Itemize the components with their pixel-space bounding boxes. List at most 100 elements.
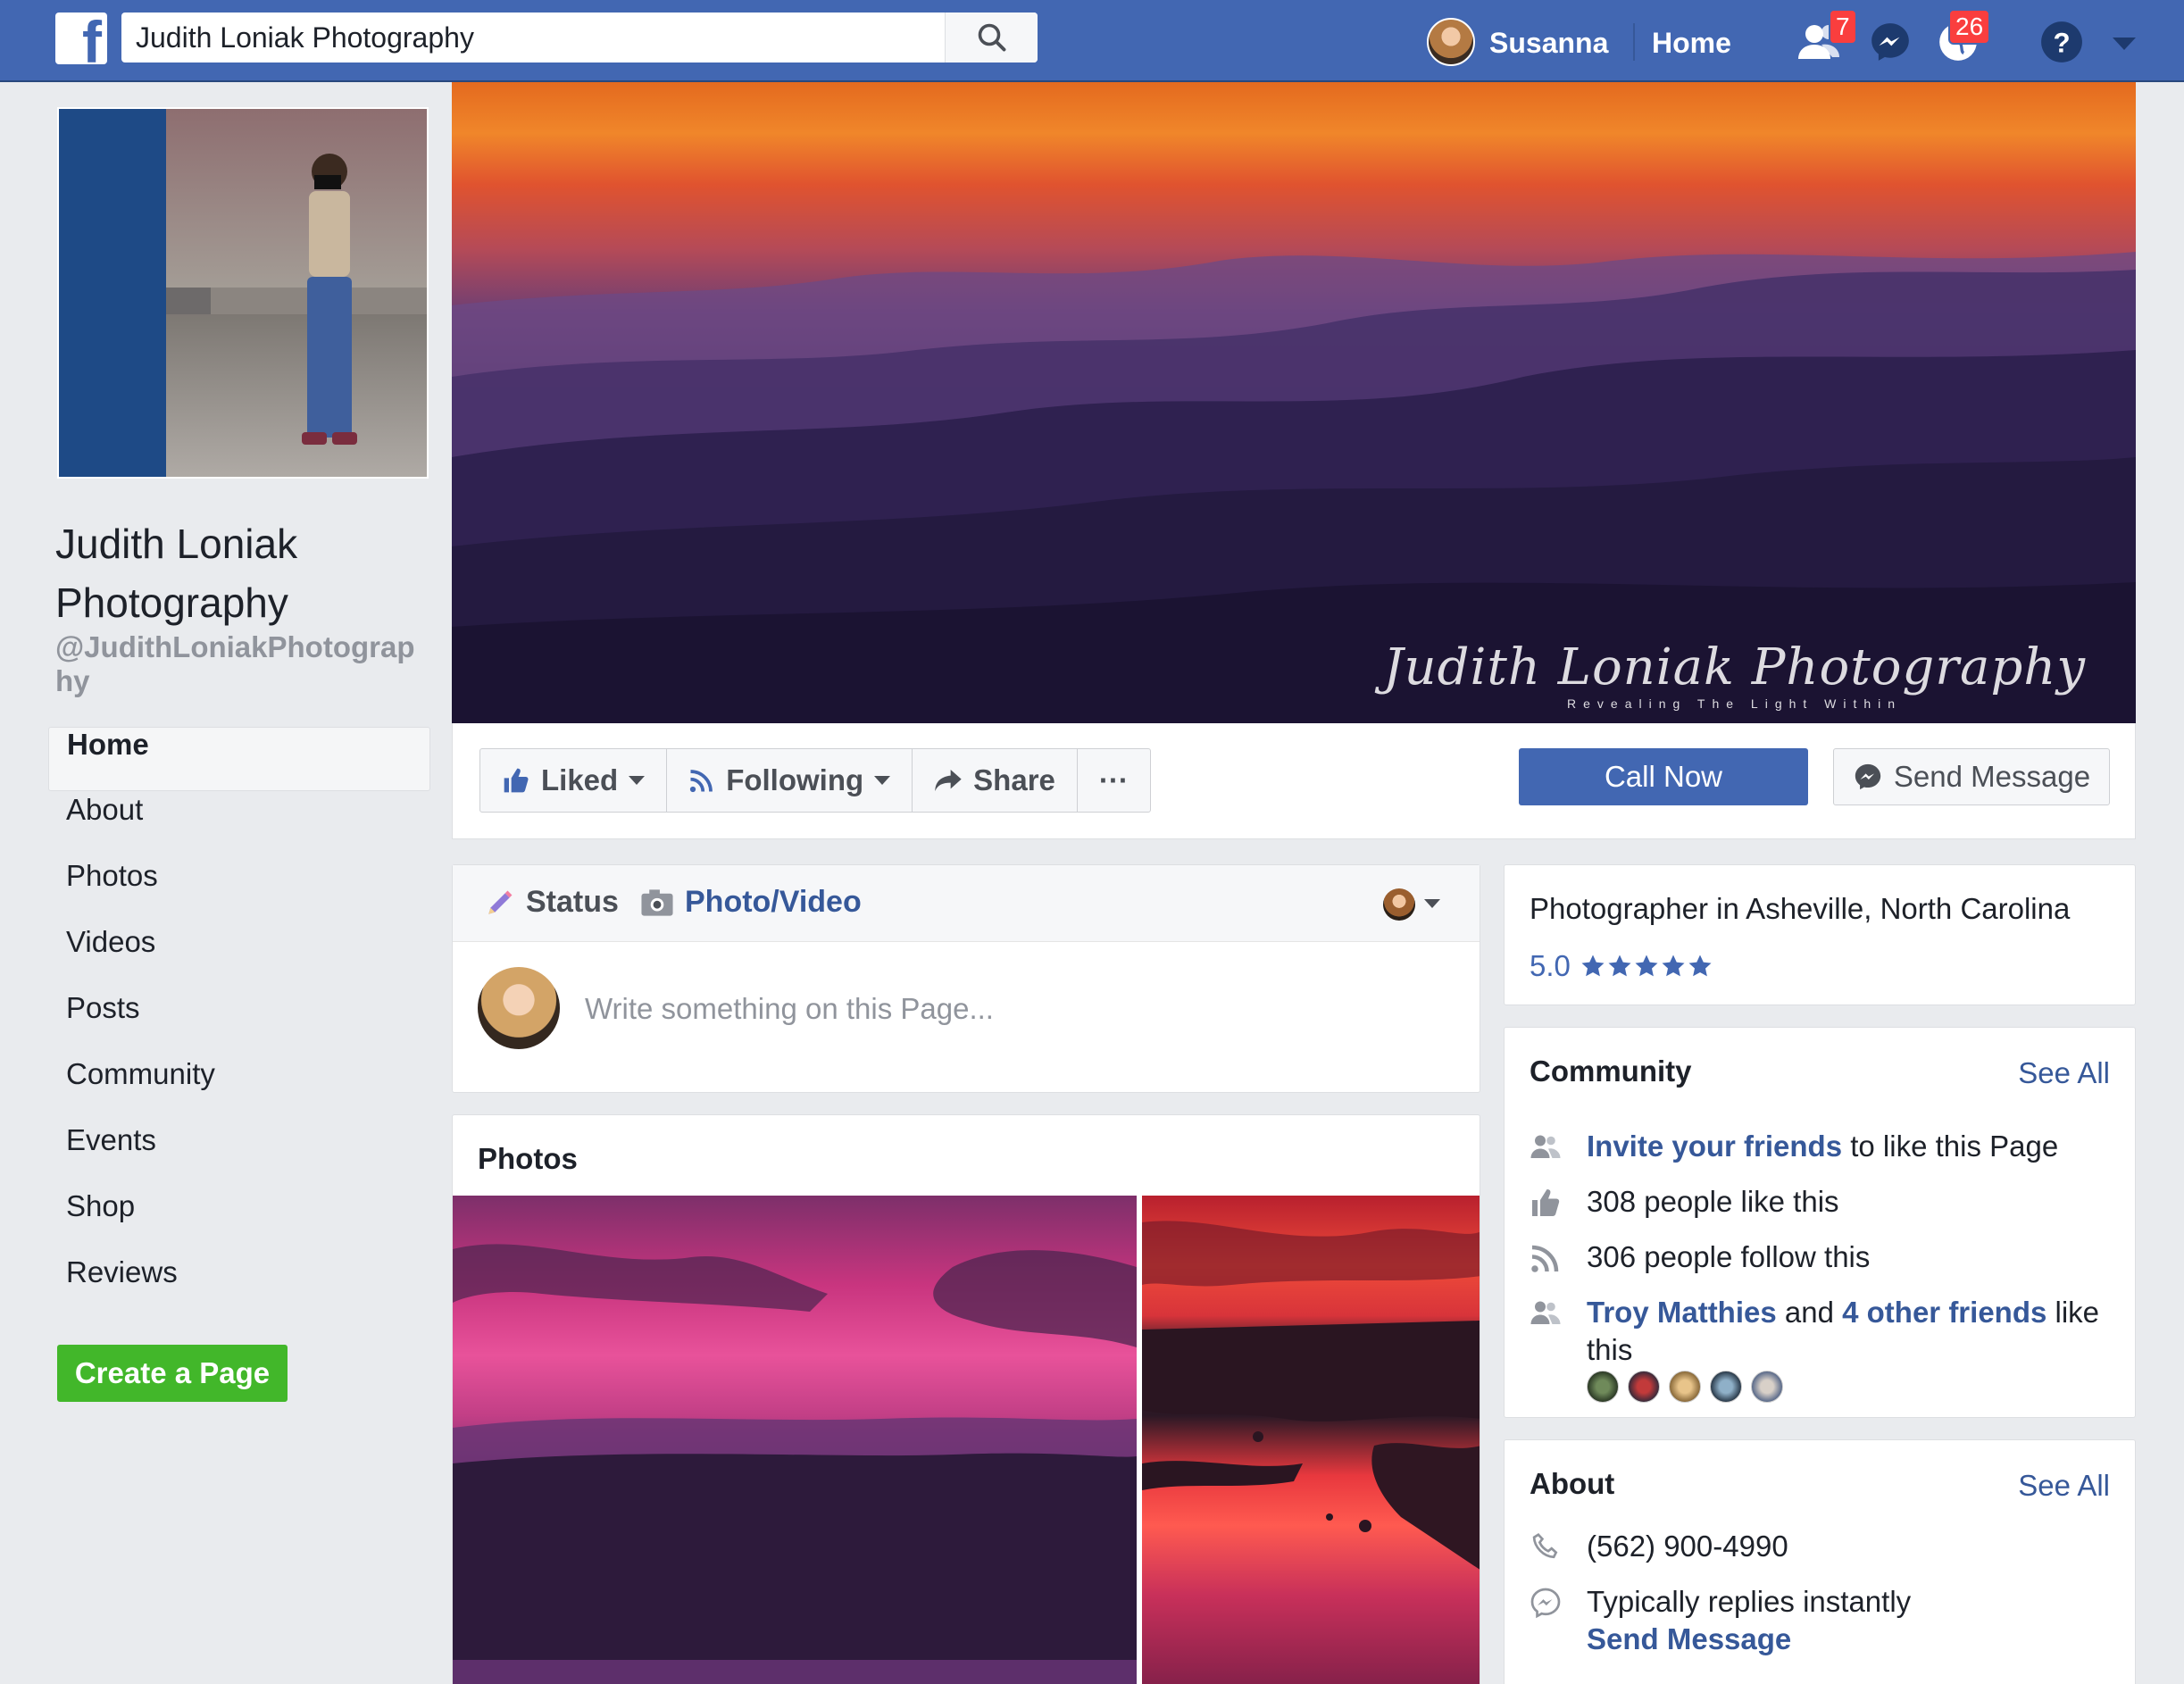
friends-icon [1530,1301,1561,1324]
search-bar [121,13,1038,63]
page-category: Photographer in Asheville, North Carolin… [1530,892,2071,925]
messenger-icon [1855,763,1881,790]
photo-thumbnail[interactable] [453,1196,1137,1684]
community-see-all-link[interactable]: See All [2018,1056,2110,1090]
friend-requests-button[interactable]: 7 [1796,9,1857,64]
facebook-logo-icon[interactable]: f [55,13,107,64]
following-button[interactable]: Following [667,749,913,812]
search-icon [978,23,1005,52]
share-arrow-icon [935,770,962,791]
star-icon [1608,955,1631,977]
friend-requests-badge: 7 [1829,9,1857,45]
user-avatar[interactable] [1427,18,1475,66]
messenger-icon [1530,1588,1561,1619]
about-heading: About [1530,1467,1615,1500]
nav-item-videos[interactable]: Videos [48,925,430,989]
star-icon [1581,955,1605,977]
call-now-button[interactable]: Call Now [1519,748,1808,805]
tab-photo-video[interactable]: Photo/Video [640,885,862,920]
account-menu-button[interactable] [2111,20,2138,64]
rss-icon [690,770,713,793]
friend-avatar[interactable] [1587,1371,1619,1403]
nav-item-reviews[interactable]: Reviews [48,1255,430,1320]
nav-item-about[interactable]: About [48,793,430,857]
page-username[interactable]: @JudithLoniakPhotography [55,630,430,698]
page-actions-group: Liked Following Share ··· [479,748,1151,813]
write-post-input[interactable] [585,987,1442,1031]
more-options-button[interactable]: ··· [1078,749,1150,812]
about-send-message-link[interactable]: Send Message [1587,1622,1791,1655]
page-info-card: Photographer in Asheville, North Carolin… [1504,864,2136,1005]
friends-like-row: Troy Matthies and 4 other friends like t… [1530,1294,2119,1369]
thumbs-up-icon [1532,1189,1560,1216]
rating-stars [1580,953,1713,980]
nav-item-community[interactable]: Community [48,1057,430,1121]
create-page-button[interactable]: Create a Page [57,1345,288,1402]
page-title: Judith Loniak Photography [55,521,298,626]
composer-avatar [478,967,560,1049]
friend-avatar[interactable] [1751,1371,1783,1403]
liked-button[interactable]: Liked [480,749,668,812]
friend-avatars-row [1587,1371,1792,1403]
response-time: Typically replies instantly [1587,1585,1912,1618]
photographer-figure [302,154,357,445]
nav-item-photos[interactable]: Photos [48,859,430,923]
svg-text:?: ? [2053,27,2070,58]
rss-icon [1531,1245,1559,1272]
red-lake-landscape [1142,1221,1480,1570]
camera-icon [641,888,673,916]
tab-status[interactable]: Status [485,885,619,920]
page-rating[interactable]: 5.0 [1530,949,1713,983]
star-icon [1662,955,1685,977]
profile-photo-ground [166,314,427,477]
friend-avatar[interactable] [1669,1371,1701,1403]
friend-avatar[interactable] [1628,1371,1660,1403]
page-action-bar: Liked Following Share ··· Call Now Send … [452,723,2136,839]
chevron-down-icon [629,776,646,785]
search-input[interactable] [121,13,943,63]
send-message-button[interactable]: Send Message [1833,748,2110,805]
about-see-all-link[interactable]: See All [2018,1469,2110,1503]
posting-as-avatar[interactable] [1383,888,1415,921]
post-composer: Status Photo/Video [452,864,1480,1093]
messenger-button[interactable] [1868,20,1914,64]
nav-item-posts[interactable]: Posts [48,991,430,1055]
watermark-signature: Judith Loniak Photography Revealing The … [1383,638,2086,711]
phone-icon [1532,1533,1558,1559]
star-icon [1635,955,1658,977]
chevron-down-icon[interactable] [1424,899,1440,908]
user-name-link[interactable]: Susanna [1489,27,1608,60]
top-navigation-bar: f Susanna Home 7 26 ? [0,0,2184,82]
chevron-down-icon [874,776,891,785]
community-card: Community See All Invite your friends to… [1504,1027,2136,1418]
home-link[interactable]: Home [1652,27,1731,60]
likes-count-row: 308 people like this [1530,1183,2119,1221]
search-button[interactable] [945,13,1038,63]
notifications-button[interactable]: 26 [1936,9,1991,64]
friend-avatar[interactable] [1710,1371,1742,1403]
pink-sunset-landscape [453,1244,1137,1684]
nav-item-home[interactable]: Home [48,727,430,791]
cover-photo[interactable]: Judith Loniak Photography Revealing The … [452,82,2136,723]
phone-number[interactable]: (562) 900-4990 [1587,1528,2119,1565]
profile-photo-wall [166,109,427,288]
nav-item-events[interactable]: Events [48,1123,430,1188]
photos-heading[interactable]: Photos [478,1142,578,1176]
star-icon [1688,955,1712,977]
photo-thumbnail[interactable] [1142,1196,1480,1684]
nav-divider [1633,23,1635,61]
other-friends-link[interactable]: 4 other friends [1842,1296,2046,1329]
more-dots-icon: ··· [1098,763,1129,796]
messenger-icon [1871,23,1909,61]
help-button[interactable]: ? [2039,20,2086,64]
about-card: About See All (562) 900-4990 Typically r… [1504,1439,2136,1684]
profile-picture[interactable] [57,107,429,479]
invite-friends-link[interactable]: Invite your friends [1587,1130,1842,1163]
community-heading: Community [1530,1055,1692,1088]
photos-section: Photos [452,1114,1480,1684]
follows-count-row: 306 people follow this [1530,1238,2119,1276]
friend-name-link[interactable]: Troy Matthies [1587,1296,1777,1329]
nav-item-shop[interactable]: Shop [48,1189,430,1254]
phone-row: (562) 900-4990 [1530,1528,2119,1565]
share-button[interactable]: Share [913,749,1078,812]
